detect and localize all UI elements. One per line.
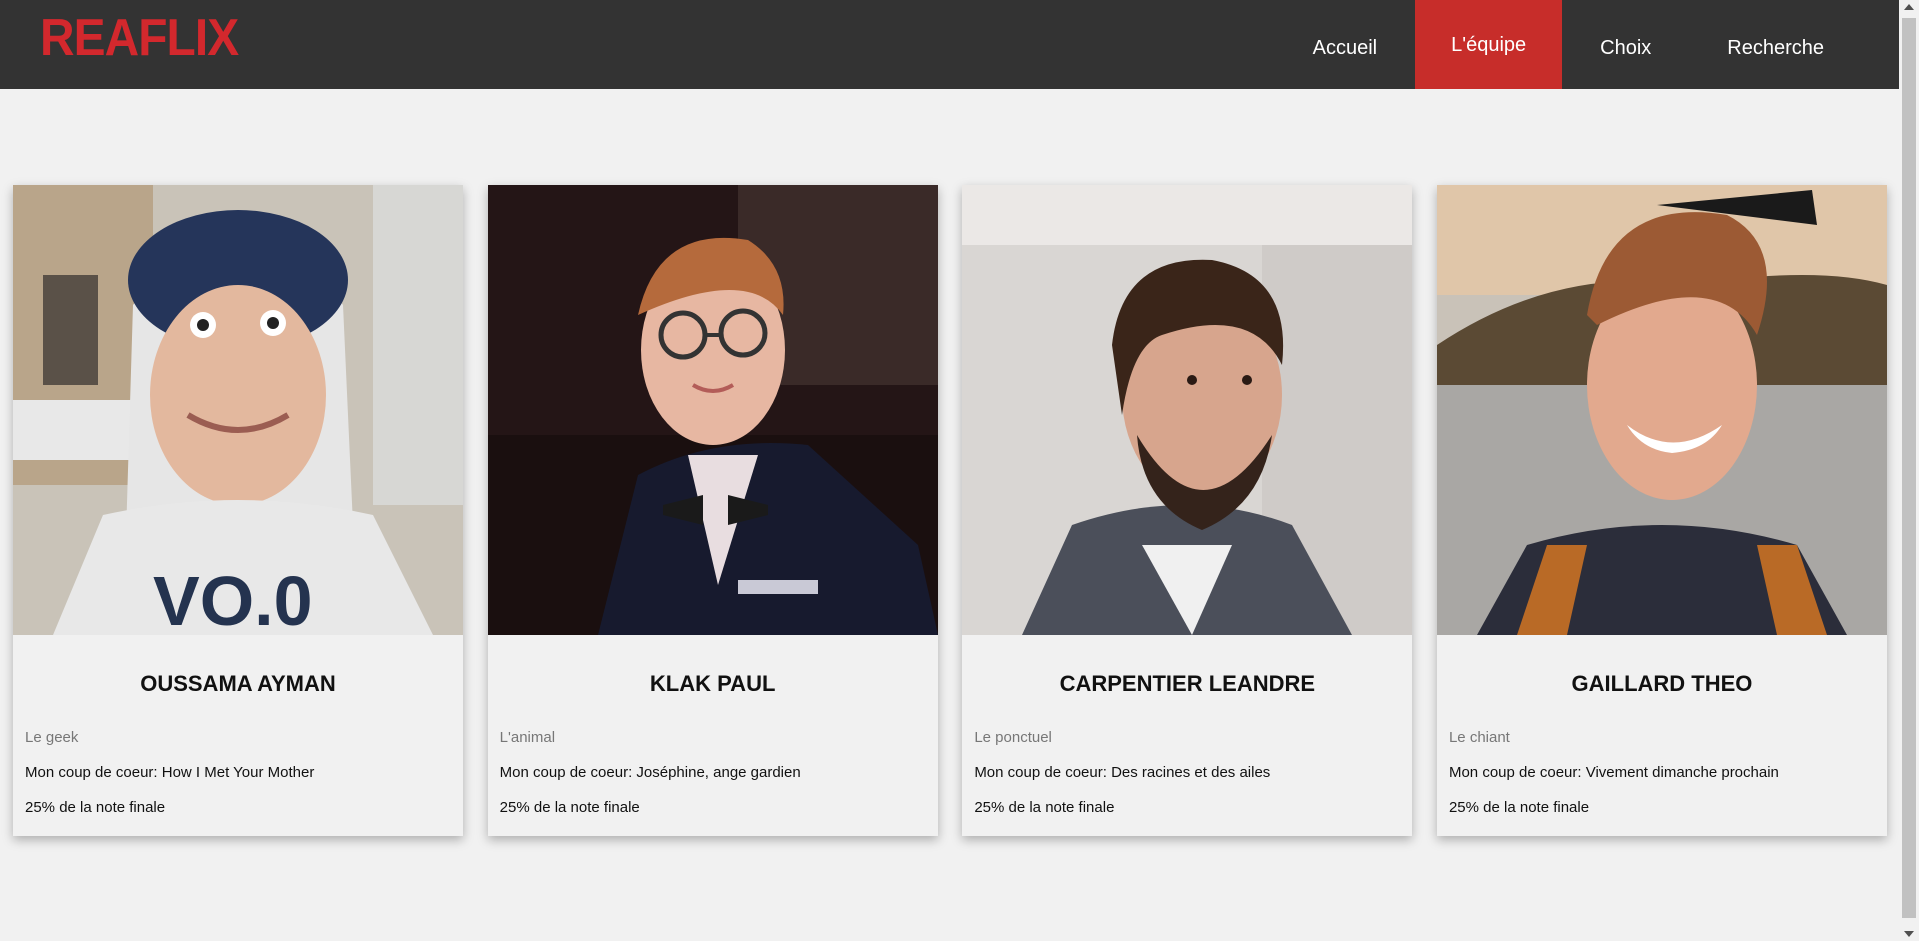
main-nav: Accueil L'équipe Choix Recherche <box>1275 0 1899 89</box>
member-name: CARPENTIER LEANDRE <box>1059 671 1316 696</box>
member-weight: 25% de la note finale <box>1448 799 1590 816</box>
team-card-body: OUSSAMA AYMAN Le geek Mon coup de coeur:… <box>13 635 463 836</box>
nav-item-accueil[interactable]: Accueil <box>1275 0 1415 89</box>
member-name: KLAK PAUL <box>649 671 776 696</box>
team-card-body: GAILLARD THEO Le chiant Mon coup de coeu… <box>1437 635 1887 836</box>
reaflix-logo[interactable]: REAFLIX <box>40 12 239 64</box>
vertical-scrollbar[interactable] <box>1899 0 1919 941</box>
team-member-photo <box>962 185 1413 635</box>
member-weight: 25% de la note finale <box>974 799 1115 816</box>
scroll-down-icon[interactable] <box>1904 931 1914 937</box>
member-role: L'animal <box>499 729 556 746</box>
team-card: GAILLARD THEO Le chiant Mon coup de coeu… <box>1436 185 1887 836</box>
team-card-body: CARPENTIER LEANDRE Le ponctuel Mon coup … <box>962 635 1412 836</box>
team-card: VO.0 OUSSAMA AYMAN Le geek Mon coup de c… <box>13 185 463 836</box>
member-weight: 25% de la note finale <box>25 799 166 816</box>
svg-text:VO.0: VO.0 <box>153 562 313 635</box>
member-name: OUSSAMA AYMAN <box>140 671 336 696</box>
team-member-photo <box>487 185 938 635</box>
member-favorite: Mon coup de coeur: Joséphine, ange gardi… <box>499 764 801 781</box>
member-weight: 25% de la note finale <box>499 799 640 816</box>
team-card-body: KLAK PAUL L'animal Mon coup de coeur: Jo… <box>488 635 938 836</box>
member-favorite: Mon coup de coeur: Des racines et des ai… <box>974 764 1271 781</box>
team-member-photo: VO.0 <box>13 185 463 635</box>
nav-item-equipe[interactable]: L'équipe <box>1415 0 1563 89</box>
scroll-up-icon[interactable] <box>1904 4 1914 10</box>
nav-item-recherche[interactable]: Recherche <box>1689 0 1899 89</box>
member-role: Le geek <box>25 729 79 746</box>
member-name: GAILLARD THEO <box>1571 671 1753 696</box>
team-card: CARPENTIER LEANDRE Le ponctuel Mon coup … <box>962 185 1413 836</box>
member-favorite: Mon coup de coeur: Vivement dimanche pro… <box>1448 764 1779 781</box>
team-card: KLAK PAUL L'animal Mon coup de coeur: Jo… <box>487 185 938 836</box>
nav-item-choix[interactable]: Choix <box>1562 0 1689 89</box>
top-navbar: REAFLIX Accueil L'équipe Choix Recherche <box>0 0 1899 89</box>
member-role: Le chiant <box>1448 729 1510 746</box>
scrollbar-thumb[interactable] <box>1902 18 1916 918</box>
team-member-photo <box>1436 185 1887 635</box>
member-role: Le ponctuel <box>974 729 1052 746</box>
team-cards: VO.0 OUSSAMA AYMAN Le geek Mon coup de c… <box>13 185 1887 836</box>
member-favorite: Mon coup de coeur: How I Met Your Mother <box>25 764 315 781</box>
